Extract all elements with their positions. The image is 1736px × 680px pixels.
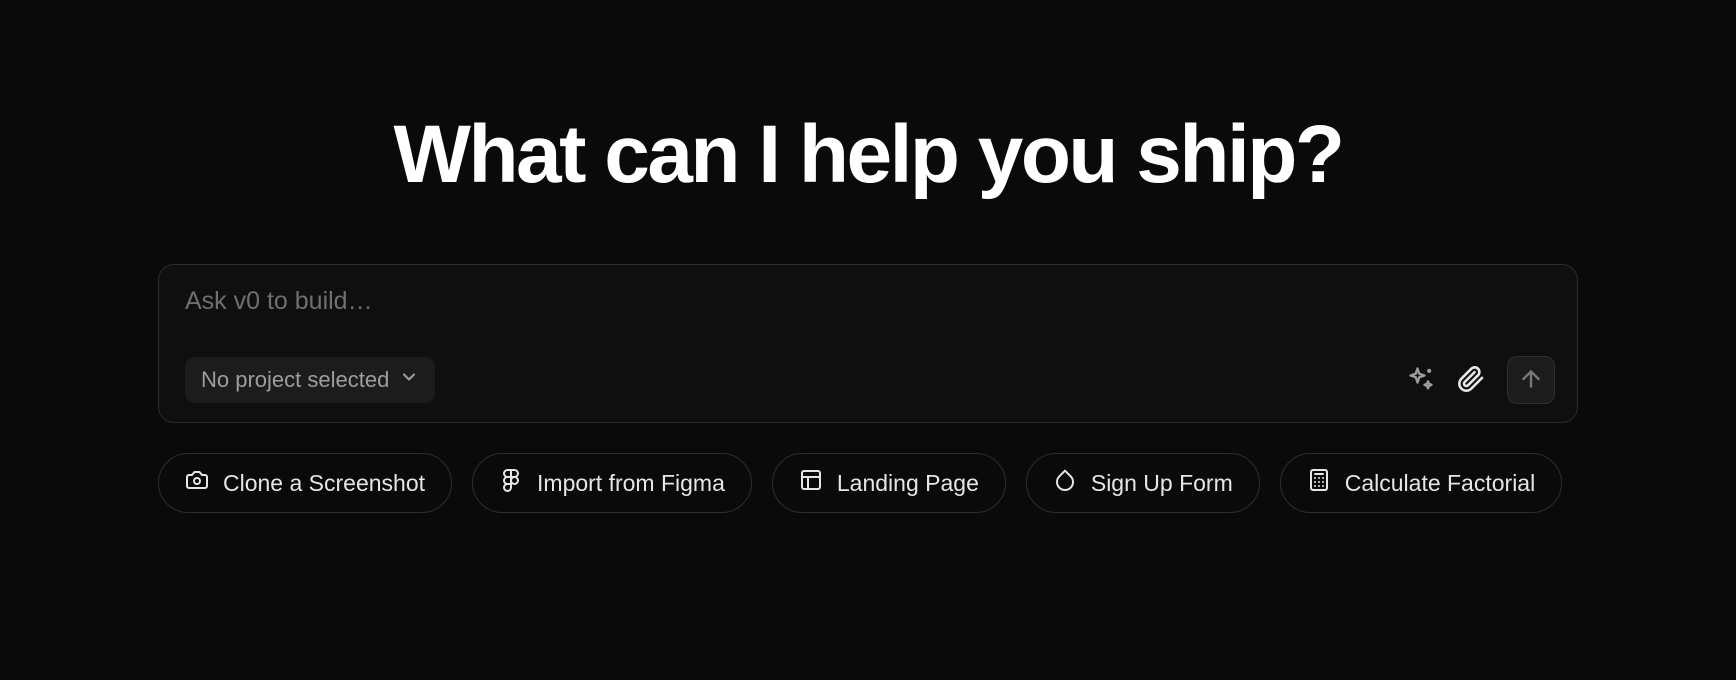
- camera-icon: [185, 468, 209, 498]
- chip-landing-page[interactable]: Landing Page: [772, 453, 1006, 513]
- prompt-container: No project selected: [158, 264, 1578, 423]
- droplet-icon: [1053, 468, 1077, 498]
- sparkles-icon: [1407, 365, 1435, 396]
- arrow-up-icon: [1518, 366, 1544, 395]
- page-heading: What can I help you ship?: [394, 108, 1343, 202]
- chip-label: Landing Page: [837, 470, 979, 497]
- project-selector[interactable]: No project selected: [185, 357, 435, 403]
- prompt-toolbar: No project selected: [185, 356, 1555, 404]
- chip-label: Import from Figma: [537, 470, 725, 497]
- submit-button[interactable]: [1507, 356, 1555, 404]
- chip-clone-screenshot[interactable]: Clone a Screenshot: [158, 453, 452, 513]
- chevron-down-icon: [399, 367, 419, 393]
- prompt-input[interactable]: [185, 287, 1555, 316]
- chip-label: Clone a Screenshot: [223, 470, 425, 497]
- toolbar-right: [1407, 356, 1555, 404]
- chip-calculate-factorial[interactable]: Calculate Factorial: [1280, 453, 1562, 513]
- chip-label: Sign Up Form: [1091, 470, 1233, 497]
- project-selector-label: No project selected: [201, 367, 389, 393]
- calculator-icon: [1307, 468, 1331, 498]
- figma-icon: [499, 468, 523, 498]
- attach-button[interactable]: [1457, 365, 1485, 396]
- paperclip-icon: [1457, 365, 1485, 396]
- enhance-button[interactable]: [1407, 365, 1435, 396]
- suggestions-row: Clone a Screenshot Import from Figma Lan…: [158, 453, 1578, 513]
- chip-sign-up-form[interactable]: Sign Up Form: [1026, 453, 1260, 513]
- chip-label: Calculate Factorial: [1345, 470, 1535, 497]
- layout-icon: [799, 468, 823, 498]
- chip-import-figma[interactable]: Import from Figma: [472, 453, 752, 513]
